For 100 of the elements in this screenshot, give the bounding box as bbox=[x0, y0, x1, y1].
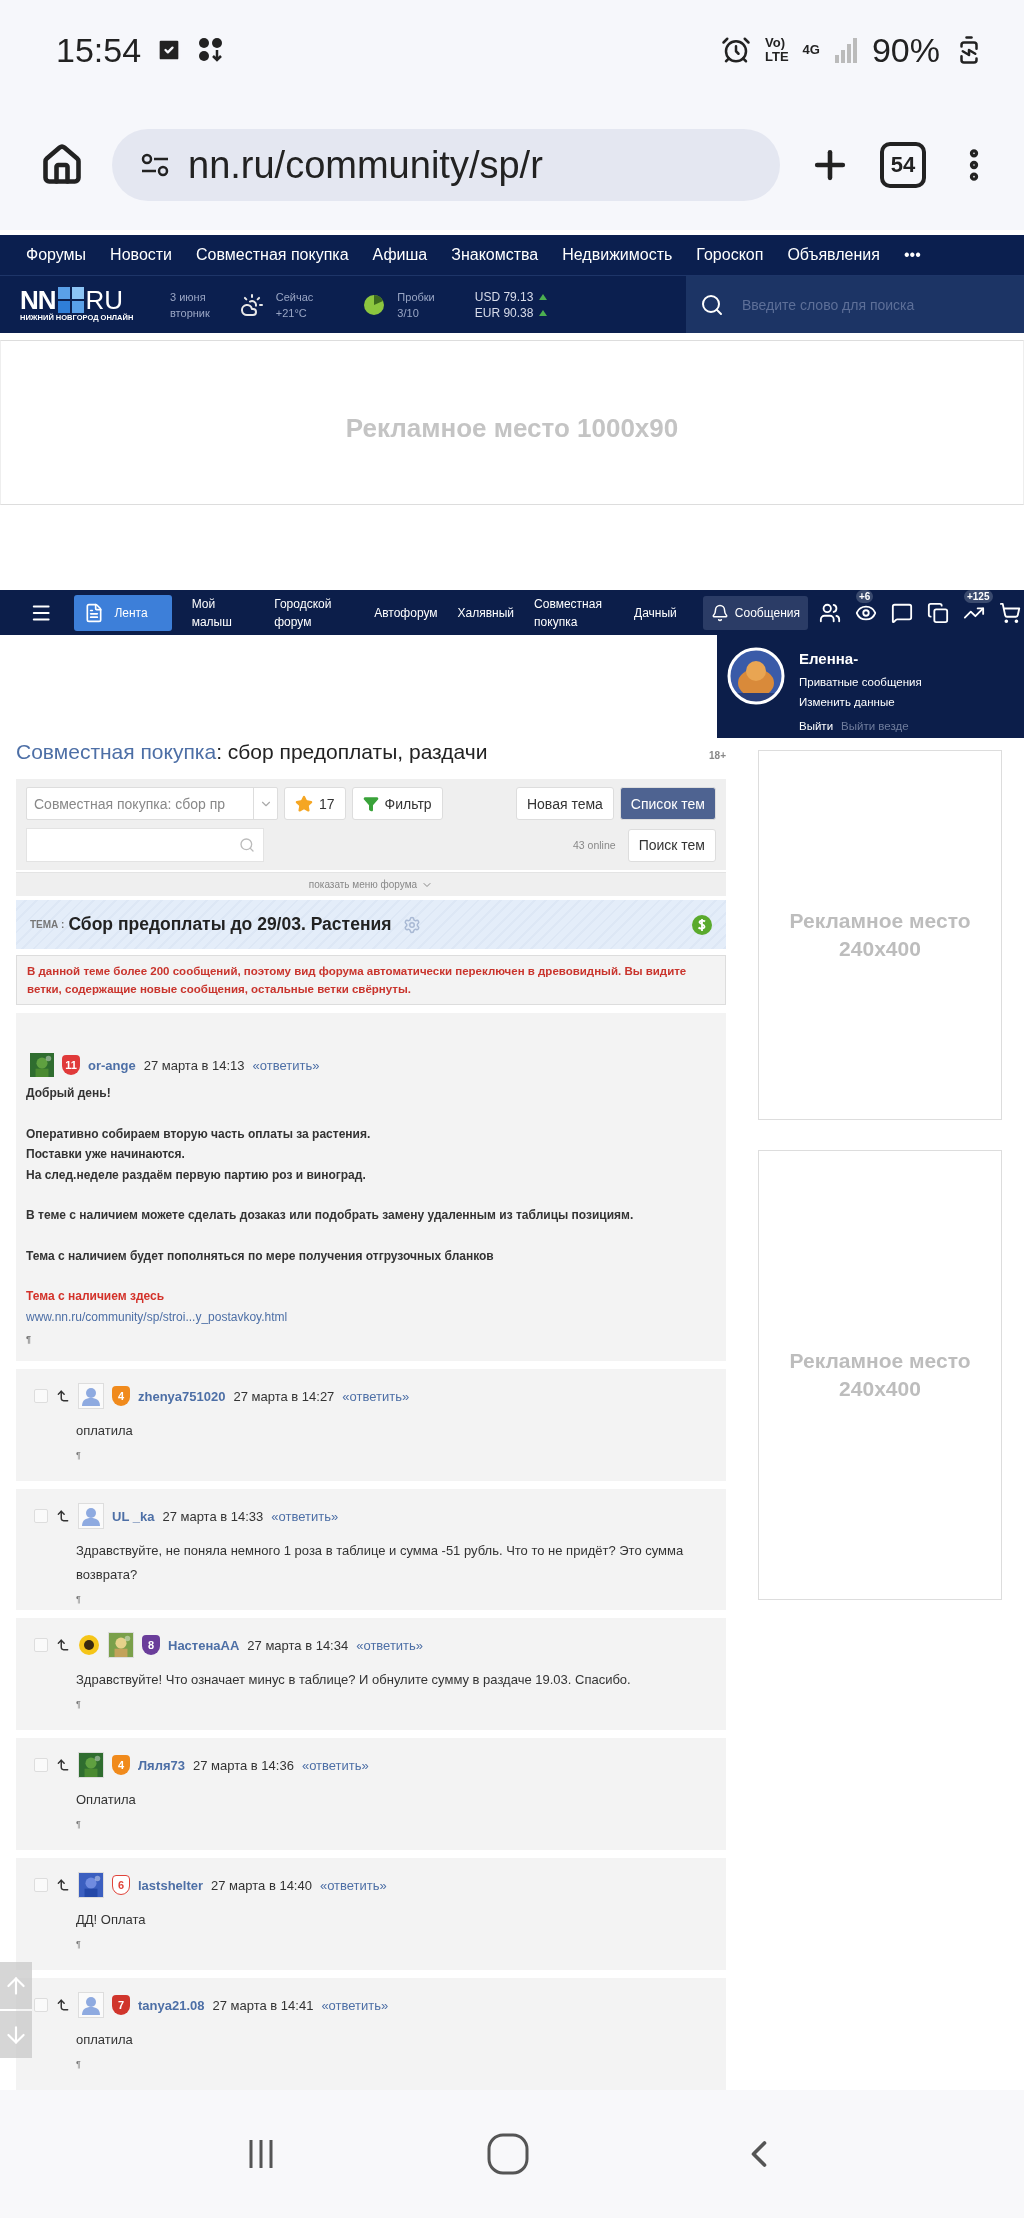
collapse-toggle[interactable] bbox=[34, 1878, 48, 1892]
comment-text: Здравствуйте, не поняла немного 1 роза в таблице и сумма -51 рубль. Что то не придёт? Это сумма возврата? bbox=[76, 1542, 685, 1585]
temperature-text: +21°C bbox=[275, 305, 308, 321]
document-icon bbox=[84, 602, 105, 623]
author-link[interactable]: НастенаАА bbox=[168, 1637, 240, 1653]
menu-link[interactable]: Изменить данные bbox=[799, 693, 922, 711]
forum-select[interactable]: Совместная покупка: сбор пр bbox=[26, 787, 278, 820]
collapse-toggle[interactable] bbox=[34, 1509, 48, 1524]
signal-icon bbox=[833, 37, 858, 63]
author-link[interactable]: zhenya751020 bbox=[138, 1388, 226, 1404]
nav-link[interactable]: Гороскоп bbox=[696, 246, 764, 264]
search-field[interactable] bbox=[26, 828, 264, 862]
logout-all-link[interactable]: Выйти везде bbox=[841, 717, 909, 735]
collapse-toggle[interactable] bbox=[34, 1998, 48, 2012]
collapse-toggle[interactable] bbox=[34, 1638, 48, 1652]
rank-badge: 6 bbox=[112, 1875, 130, 1895]
highlight-text: Тема с наличием здесь bbox=[26, 1288, 166, 1306]
messages-button[interactable]: Сообщения bbox=[702, 595, 808, 630]
post-paragraph: Тема с наличием будет пополняться по мере получения отгрузочных бланков bbox=[26, 1247, 495, 1265]
search-input[interactable]: Введите слово для поиска bbox=[740, 295, 1010, 314]
traffic-score: 3/10 bbox=[397, 305, 420, 321]
nav-link[interactable]: Объявления bbox=[787, 246, 880, 264]
ad-label: Рекламное место 1000x90 bbox=[345, 412, 679, 444]
new-topic-button[interactable]: Новая тема bbox=[515, 787, 614, 820]
avatar[interactable] bbox=[78, 1752, 104, 1778]
forum-tab[interactable]: Дачный bbox=[634, 603, 677, 622]
reply-link[interactable]: «ответить» bbox=[342, 1388, 410, 1404]
search-topics-button[interactable]: Поиск тем bbox=[627, 828, 716, 862]
home-icon[interactable] bbox=[486, 2132, 530, 2176]
scroll-up-button[interactable] bbox=[0, 1962, 32, 2009]
nav-link[interactable]: Новости bbox=[110, 246, 173, 264]
post-link[interactable]: www.nn.ru/community/sp/stroi...y_postavkoy.html bbox=[26, 1306, 712, 1328]
author-link[interactable]: Ляля73 bbox=[138, 1757, 185, 1773]
nav-link[interactable]: Афиша bbox=[372, 246, 428, 264]
tab-count-button[interactable]: 54 bbox=[880, 142, 926, 188]
network-label: 4G bbox=[802, 43, 820, 57]
nav-link[interactable]: Форумы bbox=[26, 246, 87, 264]
reply-link[interactable]: «ответить» bbox=[271, 1508, 339, 1524]
nav-link[interactable]: Знакомства bbox=[451, 246, 539, 264]
comment-text: ДД! Оплата bbox=[76, 1911, 147, 1929]
author-link[interactable]: UL _ka bbox=[112, 1508, 155, 1524]
pilcrow-mark: ¶ bbox=[76, 1449, 82, 1463]
url-field[interactable]: nn.ru/community/sp/r bbox=[112, 129, 780, 201]
forum-tab[interactable]: Городской форум bbox=[274, 594, 355, 631]
logout-link[interactable]: Выйти bbox=[799, 717, 834, 735]
currency-rate: EUR 90.38 bbox=[474, 304, 534, 321]
pilcrow-mark: ¶ bbox=[26, 1333, 32, 1347]
comment-date: 27 марта в 14:36 bbox=[193, 1757, 294, 1773]
more-link[interactable]: ••• bbox=[903, 246, 921, 264]
funnel-icon bbox=[362, 795, 379, 812]
user-avatar-icon bbox=[81, 1506, 101, 1527]
nav-link[interactable]: Недвижимость bbox=[562, 246, 673, 264]
rank-badge: 4 bbox=[112, 1386, 130, 1407]
topic-list-button[interactable]: Список тем bbox=[619, 787, 716, 820]
settings-icon[interactable] bbox=[403, 915, 422, 934]
avatar[interactable] bbox=[78, 1872, 104, 1898]
nav-link[interactable]: Совместная покупка bbox=[196, 246, 349, 264]
favorites-button[interactable]: 17 bbox=[284, 787, 346, 820]
scroll-down-button[interactable] bbox=[0, 2011, 32, 2058]
rank-badge: 8 bbox=[142, 1635, 160, 1655]
comment-date: 27 марта в 14:40 bbox=[211, 1877, 312, 1893]
post-paragraph: Добрый день! bbox=[26, 1085, 112, 1103]
filter-button[interactable]: Фильтр bbox=[351, 787, 443, 820]
user-avatar-icon bbox=[81, 1386, 101, 1407]
pilcrow-mark: ¶ bbox=[76, 2058, 82, 2071]
reply-link[interactable]: «ответить» bbox=[301, 1757, 369, 1773]
forum-tab[interactable]: Совместная покупка bbox=[534, 594, 615, 631]
forum-tab[interactable]: Лента bbox=[74, 594, 172, 631]
section-link[interactable]: Совместная покупка bbox=[16, 740, 217, 763]
topic-label: ТЕМА : bbox=[30, 919, 65, 931]
collapse-toggle[interactable] bbox=[34, 1389, 48, 1404]
bell-icon bbox=[710, 603, 729, 622]
age-label: 18+ bbox=[709, 750, 726, 761]
search-icon bbox=[239, 837, 255, 853]
weather-icon bbox=[239, 292, 264, 317]
forum-tab[interactable]: Автофорум bbox=[374, 603, 438, 622]
author-link[interactable]: lastshelter bbox=[138, 1877, 204, 1893]
clock-time: 15:54 bbox=[56, 30, 142, 70]
search-field[interactable]: Введите слово для поиска bbox=[686, 276, 1024, 333]
collapse-toggle[interactable] bbox=[34, 1758, 48, 1772]
author-link[interactable]: or-ange bbox=[88, 1057, 136, 1073]
comment-date: 27 марта в 14:34 bbox=[247, 1637, 349, 1653]
reply-link[interactable]: «ответить» bbox=[319, 1877, 387, 1893]
reply-link[interactable]: «ответить» bbox=[321, 1997, 389, 2013]
forum-tab[interactable]: Халявный bbox=[457, 603, 515, 622]
author-link[interactable]: tanya21.08 bbox=[138, 1997, 205, 2013]
star-icon bbox=[295, 794, 313, 813]
menu-link[interactable]: Приватные сообщения bbox=[799, 673, 922, 691]
squares-icon bbox=[926, 601, 949, 624]
pilcrow-mark: ¶ bbox=[76, 1593, 82, 1607]
reply-link[interactable]: «ответить» bbox=[252, 1057, 320, 1073]
reply-link[interactable]: «ответить» bbox=[356, 1637, 424, 1653]
user-avatar-icon bbox=[81, 1995, 101, 2015]
comment-text: Оплатила bbox=[76, 1791, 137, 1809]
search-icon[interactable] bbox=[700, 292, 724, 317]
forum-tab[interactable]: Мой малыш bbox=[191, 594, 255, 631]
home-icon[interactable] bbox=[40, 143, 84, 187]
battery-percent: 90% bbox=[871, 30, 940, 70]
forum-title: Совместная покупка: сбор предоплаты, раздачи bbox=[16, 740, 488, 764]
comment-date: 27 марта в 14:33 bbox=[162, 1508, 264, 1524]
